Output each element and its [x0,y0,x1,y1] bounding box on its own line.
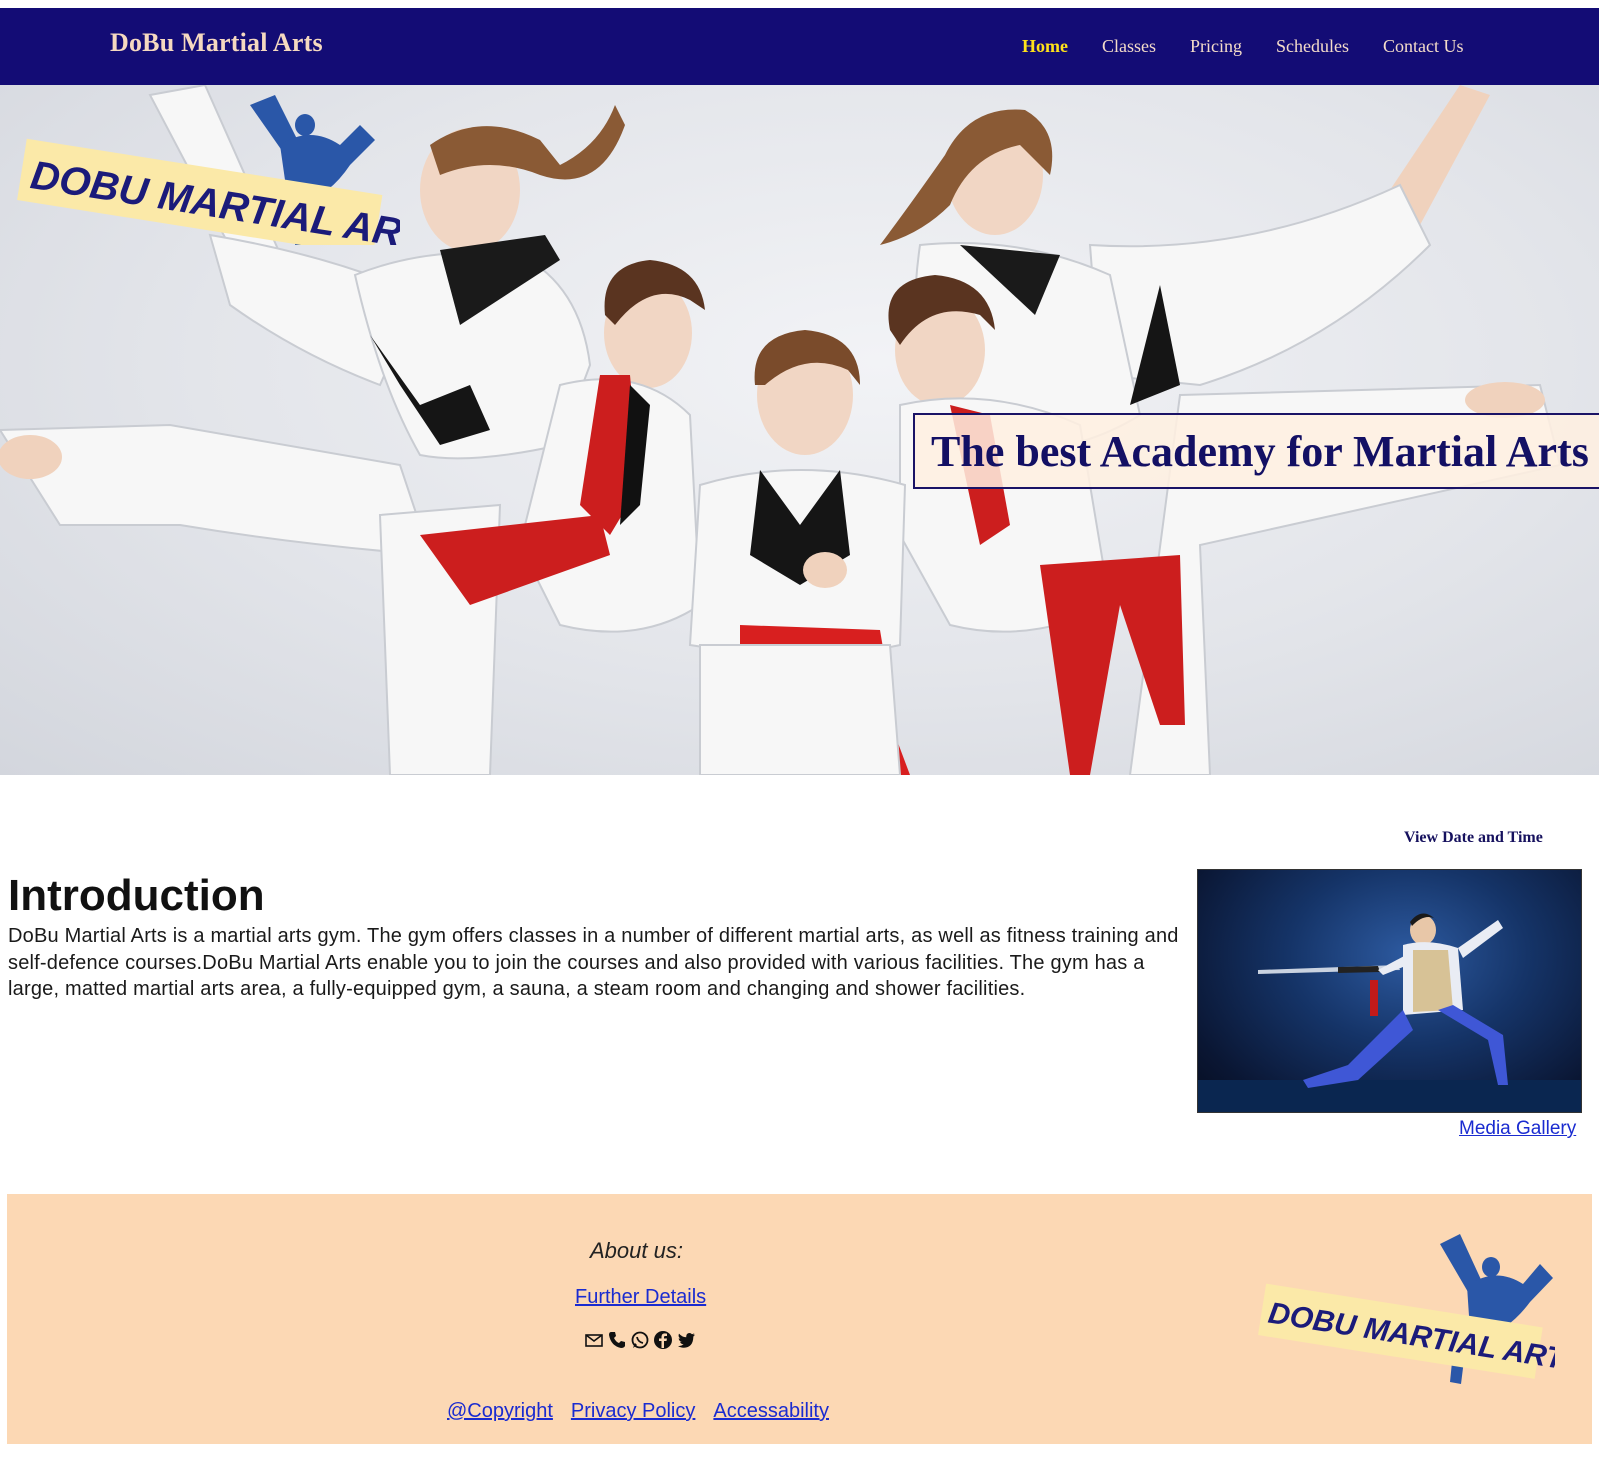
footer-logo: DOBU MARTIAL ARTS [1258,1234,1555,1384]
phone-icon[interactable] [607,1330,627,1350]
accessibility-link[interactable]: Accessability [713,1400,829,1423]
view-date-time-link[interactable]: View Date and Time [1404,829,1543,847]
wushu-photo [1197,869,1582,1113]
facebook-icon[interactable] [653,1330,673,1350]
twitter-icon[interactable] [676,1330,696,1350]
brand-title[interactable]: DoBu Martial Arts [110,28,323,58]
top-navbar: DoBu Martial Arts Home Classes Pricing S… [0,8,1599,85]
media-gallery-link[interactable]: Media Gallery [1459,1118,1576,1140]
nav-menu: Home Classes Pricing Schedules Contact U… [1022,36,1497,57]
hero-banner-text: The best Academy for Martial Arts [931,426,1589,476]
nav-pricing[interactable]: Pricing [1190,36,1242,57]
social-icons [584,1330,696,1350]
nav-classes[interactable]: Classes [1102,36,1156,57]
legal-links: @Copyright Privacy Policy Accessability [447,1400,829,1423]
whatsapp-icon[interactable] [630,1330,650,1350]
hero-banner: The best Academy for Martial Arts [913,413,1599,489]
footer: About us: Further Details @Copyright Pri… [7,1194,1592,1444]
martial-artist-figure [688,330,910,775]
hero-section: The best Academy for Martial Arts DOBU M… [0,85,1599,775]
mail-icon[interactable] [584,1330,604,1350]
nav-schedules[interactable]: Schedules [1276,36,1349,57]
privacy-policy-link[interactable]: Privacy Policy [571,1400,695,1423]
copyright-link[interactable]: @Copyright [447,1400,553,1423]
further-details-link[interactable]: Further Details [575,1286,706,1309]
about-us-heading: About us: [590,1238,683,1263]
hero-logo: DOBU MARTIAL ARTS [17,95,400,245]
nav-home[interactable]: Home [1022,36,1068,57]
nav-contact-us[interactable]: Contact Us [1383,36,1464,57]
intro-title: Introduction [8,871,265,920]
intro-paragraph: DoBu Martial Arts is a martial arts gym.… [8,925,1179,1000]
